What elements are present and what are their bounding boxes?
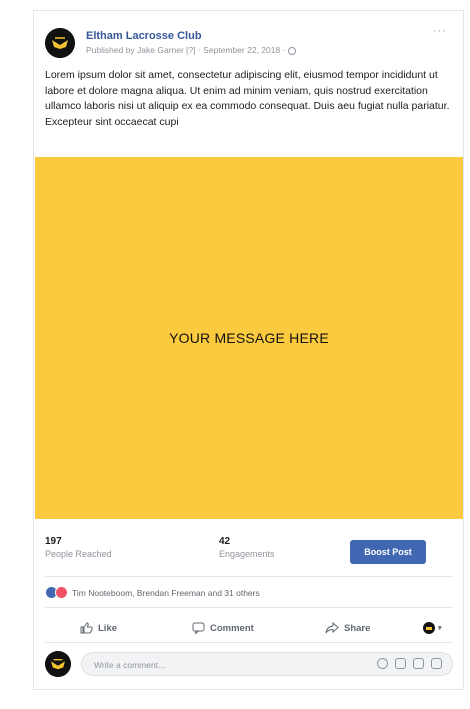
post-meta-text: Published by Jake Garner [?] · September… (86, 45, 288, 55)
share-label: Share (344, 622, 371, 634)
divider (45, 642, 453, 643)
club-logo-icon (45, 28, 75, 58)
comment-tools (377, 658, 442, 669)
engagements-stat[interactable]: 42 Engagements (219, 536, 275, 559)
commenter-avatar (45, 651, 71, 677)
gif-icon[interactable] (413, 658, 424, 669)
page-avatar[interactable] (45, 28, 75, 58)
reactions-text: Tim Nooteboom, Brendan Freeman and 31 ot… (72, 587, 260, 598)
boost-post-button[interactable]: Boost Post (350, 540, 426, 564)
comment-box (81, 652, 453, 676)
post-as-selector[interactable]: ▾ (423, 622, 442, 634)
sticker-icon[interactable] (431, 658, 442, 669)
camera-icon[interactable] (395, 658, 406, 669)
page-avatar-small-icon (423, 622, 435, 634)
club-logo-icon (45, 651, 71, 677)
engagements-count: 42 (219, 536, 231, 547)
post-meta: Published by Jake Garner [?] · September… (86, 45, 296, 55)
post-image-text: YOUR MESSAGE HERE (169, 330, 329, 346)
engagements-label: Engagements (219, 549, 275, 559)
thumbs-up-icon (80, 622, 93, 634)
people-reached-count: 197 (45, 536, 62, 547)
post-text: Lorem ipsum dolor sit amet, consectetur … (45, 69, 450, 128)
like-label: Like (98, 622, 118, 634)
chevron-down-icon: ▾ (438, 625, 442, 632)
comment-icon (192, 622, 205, 634)
people-reached-stat[interactable]: 197 People Reached (45, 536, 112, 559)
post-image[interactable]: YOUR MESSAGE HERE (35, 157, 463, 519)
love-reaction-icon (55, 586, 68, 599)
comment-input[interactable] (92, 657, 346, 673)
share-button[interactable]: Share (325, 622, 370, 634)
more-options-button[interactable]: ··· (433, 25, 447, 37)
divider (45, 576, 453, 577)
reactions-summary[interactable]: Tim Nooteboom, Brendan Freeman and 31 ot… (45, 586, 260, 599)
comment-button[interactable]: Comment (192, 622, 254, 634)
share-icon (325, 622, 339, 634)
page-name-link[interactable]: Eltham Lacrosse Club (86, 30, 202, 42)
emoji-icon[interactable] (377, 658, 388, 669)
divider (45, 607, 453, 608)
comment-label: Comment (210, 622, 254, 634)
people-reached-label: People Reached (45, 549, 112, 559)
globe-icon (287, 46, 296, 55)
like-button[interactable]: Like (80, 622, 117, 634)
post-card: Eltham Lacrosse Club Published by Jake G… (33, 10, 464, 690)
